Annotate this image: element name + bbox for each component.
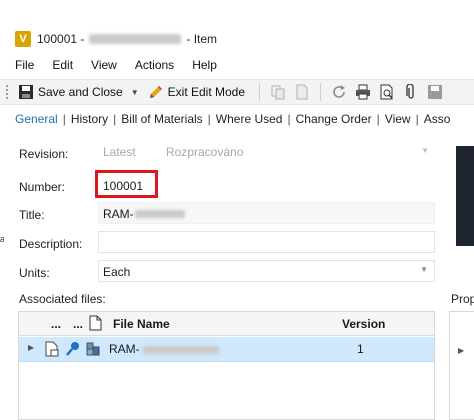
file-header-icon	[89, 315, 102, 334]
redacted-title-value	[135, 210, 185, 218]
redacted-title	[89, 34, 182, 44]
description-input[interactable]	[98, 231, 435, 253]
redacted-file-name	[143, 346, 219, 354]
units-dropdown-chevron-icon: ▼	[420, 265, 428, 274]
toolbar-separator	[320, 83, 322, 101]
units-value: Each	[103, 265, 131, 279]
toolbar: Save and Close ▼ Exit Edit Mode	[0, 79, 474, 105]
units-dropdown[interactable]: Each ▼	[98, 260, 435, 282]
properties-expand-chevron-icon[interactable]: ▶	[458, 346, 464, 355]
version-cell: 1	[357, 342, 364, 356]
exit-edit-mode-label: Exit Edit Mode	[167, 85, 246, 99]
grid-header-dots-1[interactable]: ...	[51, 317, 61, 331]
toolbar-grip[interactable]	[6, 85, 9, 99]
tab-general[interactable]: General	[15, 112, 58, 126]
tab-divider: |	[287, 112, 291, 126]
revision-field: Latest Rozpracováno ▼	[98, 142, 435, 164]
preview-thumbnail	[456, 146, 474, 246]
expand-row-chevron-icon[interactable]: ▶	[28, 343, 34, 352]
tab-associations[interactable]: Asso	[424, 112, 451, 126]
window-title-prefix: 100001 -	[37, 32, 85, 46]
menu-actions[interactable]: Actions	[135, 58, 174, 72]
number-label: Number:	[19, 180, 66, 194]
tab-bill-of-materials[interactable]: Bill of Materials	[121, 112, 202, 126]
refresh-icon[interactable]	[330, 83, 348, 101]
associated-files-grid: ... ... File Name Version ▶ RAM- 1	[18, 311, 435, 420]
file-name-cell: RAM-	[109, 342, 140, 356]
menu-bar: File Edit View Actions Help	[0, 54, 474, 76]
save-grey-icon[interactable]	[426, 83, 444, 101]
save-dropdown-chevron-icon[interactable]: ▼	[131, 88, 139, 97]
document-icon[interactable]	[293, 83, 311, 101]
magnifier-icon[interactable]	[65, 341, 81, 360]
menu-help[interactable]: Help	[192, 58, 217, 72]
tab-history[interactable]: History	[71, 112, 108, 126]
revision-dropdown-chevron-icon: ▼	[421, 146, 429, 155]
tab-divider: |	[415, 112, 419, 126]
tab-where-used[interactable]: Where Used	[216, 112, 283, 126]
number-highlight-box	[95, 170, 158, 198]
grid-header: ... ... File Name Version	[19, 312, 434, 336]
properties-panel: ▶	[449, 311, 474, 420]
tab-change-order[interactable]: Change Order	[296, 112, 372, 126]
vault-app-icon: V	[15, 31, 31, 47]
save-and-close-button[interactable]: Save and Close	[17, 83, 123, 101]
menu-view[interactable]: View	[91, 58, 117, 72]
window-title-suffix: - Item	[186, 32, 218, 46]
grid-header-dots-2[interactable]: ...	[73, 317, 83, 331]
tab-divider: |	[376, 112, 380, 126]
copy-icon[interactable]	[269, 83, 287, 101]
attachment-icon[interactable]	[402, 83, 420, 101]
menu-edit[interactable]: Edit	[52, 58, 73, 72]
revision-state: Rozpracováno	[166, 145, 244, 159]
tab-strip: General | History | Bill of Materials | …	[0, 108, 474, 130]
tab-divider: |	[62, 112, 66, 126]
grid-header-version[interactable]: Version	[342, 317, 385, 331]
associated-files-label: Associated files:	[19, 292, 106, 306]
grid-header-file-name[interactable]: File Name	[113, 317, 170, 331]
menu-file[interactable]: File	[15, 58, 34, 72]
units-label: Units:	[19, 266, 50, 280]
revision-value: Latest	[103, 145, 136, 159]
table-row[interactable]: ▶ RAM- 1	[19, 337, 434, 362]
tab-view[interactable]: View	[385, 112, 411, 126]
title-value: RAM-	[103, 207, 134, 221]
tab-divider: |	[113, 112, 117, 126]
pencil-icon	[147, 83, 165, 101]
toolbar-separator	[259, 83, 261, 101]
print-icon[interactable]	[354, 83, 372, 101]
save-icon	[17, 83, 35, 101]
window-title: 100001 - - Item	[37, 32, 217, 46]
file-status-icon	[45, 341, 59, 360]
clipped-edge-text: a	[0, 234, 4, 244]
window-title-bar: V 100001 - - Item	[0, 27, 474, 51]
properties-label: Prop	[451, 292, 474, 306]
part-file-icon	[85, 341, 101, 360]
title-field[interactable]: RAM-	[98, 202, 435, 224]
title-label: Title:	[19, 208, 45, 222]
exit-edit-mode-button[interactable]: Exit Edit Mode	[147, 83, 245, 101]
description-label: Description:	[19, 237, 83, 251]
print-preview-icon[interactable]	[378, 83, 396, 101]
revision-label: Revision:	[19, 147, 69, 161]
tab-divider: |	[207, 112, 211, 126]
save-and-close-label: Save and Close	[38, 85, 123, 99]
